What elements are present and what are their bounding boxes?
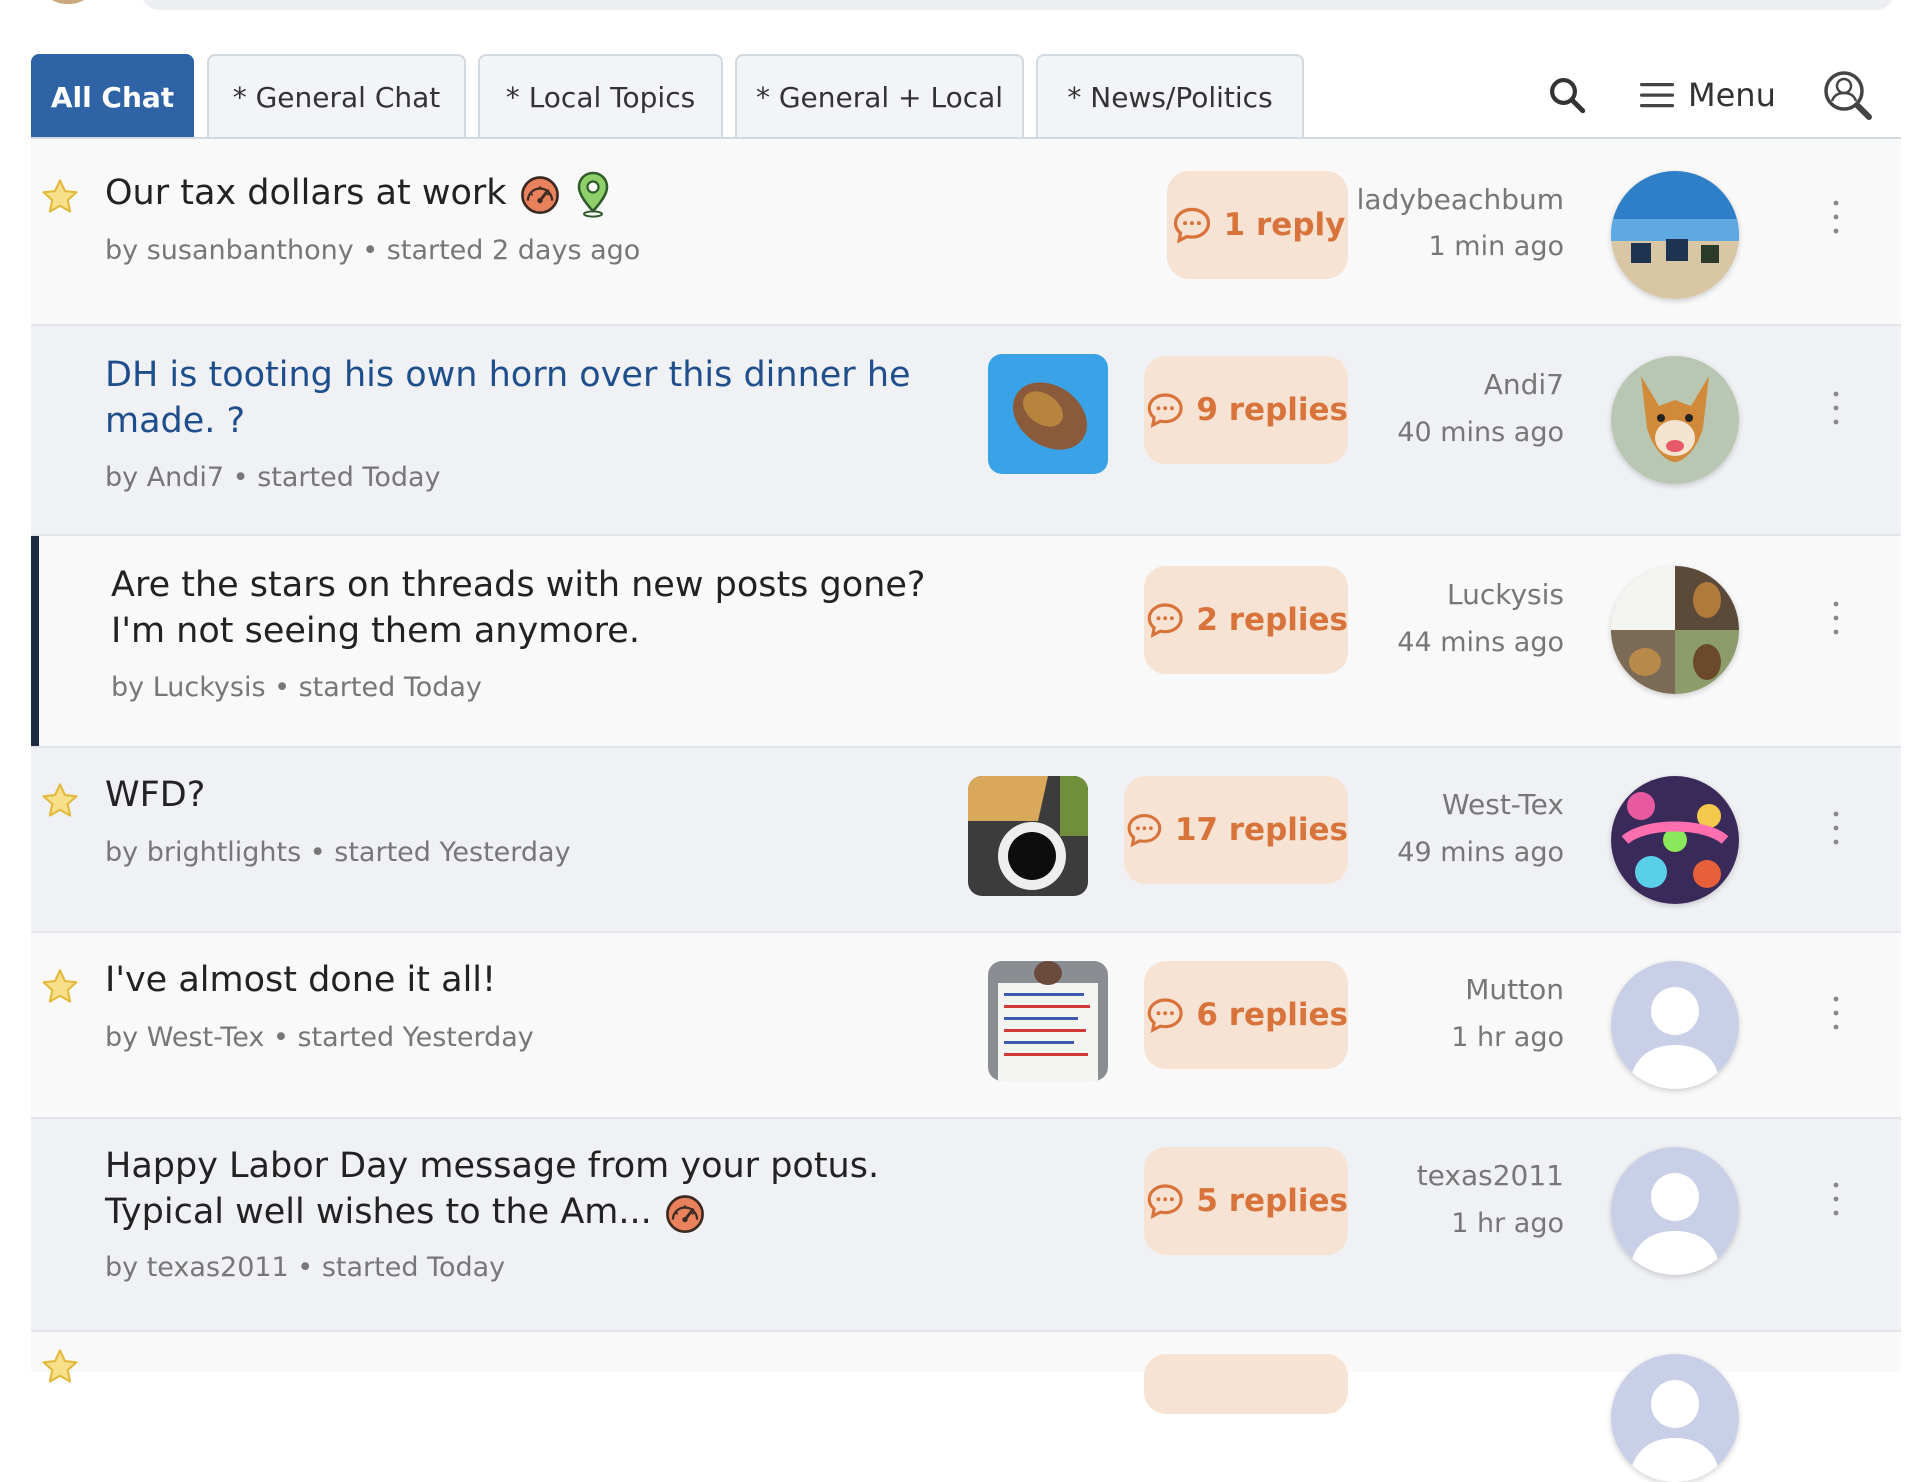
chat-bubble-icon bbox=[1170, 203, 1214, 247]
chat-bubble-icon bbox=[1144, 993, 1186, 1037]
reply-count-button[interactable]: 2 replies bbox=[1144, 566, 1348, 674]
food-thumbnail-image bbox=[988, 354, 1108, 474]
default-avatar-icon bbox=[1611, 1147, 1739, 1275]
thread-thumbnail[interactable] bbox=[968, 776, 1088, 896]
chat-bubble-icon bbox=[1124, 808, 1165, 852]
reply-count-button[interactable] bbox=[1144, 1354, 1348, 1414]
last-poster[interactable]: Mutton bbox=[1465, 973, 1564, 1006]
sign-thumbnail-image bbox=[988, 961, 1108, 1081]
user-avatar[interactable] bbox=[40, 0, 96, 4]
star-icon[interactable] bbox=[39, 176, 81, 218]
thread-meta: by brightlights • started Yesterday bbox=[105, 837, 571, 868]
avatar[interactable] bbox=[1611, 356, 1739, 484]
thread-title[interactable]: DH is tooting his own horn over this din… bbox=[105, 352, 965, 444]
reply-count-button[interactable]: 1 reply bbox=[1167, 171, 1348, 279]
dog-avatar-image bbox=[1611, 356, 1739, 484]
hamburger-icon bbox=[1640, 83, 1674, 108]
more-options-icon[interactable] bbox=[1826, 808, 1846, 848]
tab-news-politics[interactable]: * News/Politics bbox=[1036, 54, 1304, 138]
beach-avatar-image bbox=[1611, 171, 1739, 299]
food-thumbnail-image bbox=[968, 776, 1088, 896]
more-options-icon[interactable] bbox=[1826, 598, 1846, 638]
chat-bubble-icon bbox=[1144, 598, 1186, 642]
unread-indicator bbox=[31, 536, 39, 746]
search-icon bbox=[1550, 78, 1586, 114]
user-search-icon bbox=[1824, 71, 1872, 120]
avatar[interactable] bbox=[1611, 171, 1739, 299]
star-icon[interactable] bbox=[39, 780, 81, 822]
reply-count-button[interactable]: 6 replies bbox=[1144, 961, 1348, 1069]
last-poster[interactable]: ladybeachbum bbox=[1357, 183, 1564, 216]
thread-row[interactable]: Our tax dollars at work by susanbanthony… bbox=[31, 139, 1901, 326]
star-icon[interactable] bbox=[39, 1346, 81, 1388]
last-poster[interactable]: Luckysis bbox=[1447, 578, 1564, 611]
last-post-time[interactable]: 40 mins ago bbox=[1397, 417, 1564, 448]
reply-count-button[interactable]: 17 replies bbox=[1124, 776, 1348, 884]
thread-title[interactable]: Our tax dollars at work bbox=[105, 169, 613, 219]
user-search-button[interactable] bbox=[1818, 62, 1878, 128]
menu-button[interactable]: Menu bbox=[1640, 62, 1776, 128]
more-options-icon[interactable] bbox=[1826, 388, 1846, 428]
forum-tabs: All Chat * General Chat * Local Topics *… bbox=[31, 54, 1901, 138]
last-post-time[interactable]: 1 min ago bbox=[1429, 231, 1564, 262]
location-pin-icon bbox=[573, 169, 613, 219]
last-post-time[interactable]: 49 mins ago bbox=[1397, 837, 1564, 868]
thread-meta: by susanbanthony • started 2 days ago bbox=[105, 235, 641, 266]
chat-bubble-icon bbox=[1144, 388, 1186, 432]
last-poster[interactable]: texas2011 bbox=[1417, 1159, 1564, 1192]
speedometer-icon bbox=[663, 1191, 707, 1235]
thread-thumbnail[interactable] bbox=[988, 961, 1108, 1081]
thread-meta: by Luckysis • started Today bbox=[111, 672, 482, 703]
search-button[interactable] bbox=[1546, 62, 1588, 128]
star-icon[interactable] bbox=[39, 966, 81, 1008]
thread-row[interactable] bbox=[31, 1332, 1901, 1482]
avatar[interactable] bbox=[1611, 1147, 1739, 1275]
menu-label: Menu bbox=[1688, 76, 1776, 114]
speedometer-icon bbox=[518, 172, 562, 216]
thread-title[interactable]: Happy Labor Day message from your potus.… bbox=[105, 1143, 965, 1235]
tab-local-topics[interactable]: * Local Topics bbox=[478, 54, 723, 138]
glitter-avatar-image bbox=[1611, 776, 1739, 904]
thread-row[interactable]: Happy Labor Day message from your potus.… bbox=[31, 1119, 1901, 1332]
thread-row[interactable]: DH is tooting his own horn over this din… bbox=[31, 326, 1901, 536]
site-search-input[interactable] bbox=[140, 0, 1895, 10]
tab-all-chat[interactable]: All Chat bbox=[31, 54, 194, 138]
last-poster[interactable]: Andi7 bbox=[1484, 368, 1564, 401]
more-options-icon[interactable] bbox=[1826, 197, 1846, 237]
thread-title[interactable]: Are the stars on threads with new posts … bbox=[111, 562, 971, 654]
tab-general-chat[interactable]: * General Chat bbox=[207, 54, 466, 138]
default-avatar-icon[interactable] bbox=[1611, 1354, 1739, 1482]
more-options-icon[interactable] bbox=[1826, 993, 1846, 1033]
reply-count-button[interactable]: 9 replies bbox=[1144, 356, 1348, 464]
last-post-time[interactable]: 44 mins ago bbox=[1397, 627, 1564, 658]
chat-bubble-icon bbox=[1144, 1179, 1186, 1223]
thread-meta: by West-Tex • started Yesterday bbox=[105, 1022, 534, 1053]
thread-row[interactable]: Are the stars on threads with new posts … bbox=[31, 536, 1901, 748]
tab-general-local[interactable]: * General + Local bbox=[735, 54, 1024, 138]
more-options-icon[interactable] bbox=[1826, 1179, 1846, 1219]
thread-title[interactable]: WFD? bbox=[105, 772, 205, 818]
avatar[interactable] bbox=[1611, 776, 1739, 904]
top-bar bbox=[0, 0, 1920, 18]
collage-avatar-image bbox=[1611, 566, 1739, 694]
thread-meta: by Andi7 • started Today bbox=[105, 462, 441, 493]
thread-meta: by texas2011 • started Today bbox=[105, 1252, 506, 1283]
avatar[interactable] bbox=[1611, 566, 1739, 694]
last-poster[interactable]: West-Tex bbox=[1442, 788, 1564, 821]
thread-row[interactable]: WFD? by brightlights • started Yesterday… bbox=[31, 748, 1901, 933]
avatar[interactable] bbox=[1611, 961, 1739, 1089]
default-avatar-icon bbox=[1611, 961, 1739, 1089]
reply-count-button[interactable]: 5 replies bbox=[1144, 1147, 1348, 1255]
thread-row[interactable]: I've almost done it all! by West-Tex • s… bbox=[31, 933, 1901, 1119]
last-post-time[interactable]: 1 hr ago bbox=[1451, 1208, 1564, 1239]
last-post-time[interactable]: 1 hr ago bbox=[1451, 1022, 1564, 1053]
thread-thumbnail[interactable] bbox=[988, 354, 1108, 474]
thread-title[interactable]: I've almost done it all! bbox=[105, 957, 496, 1003]
